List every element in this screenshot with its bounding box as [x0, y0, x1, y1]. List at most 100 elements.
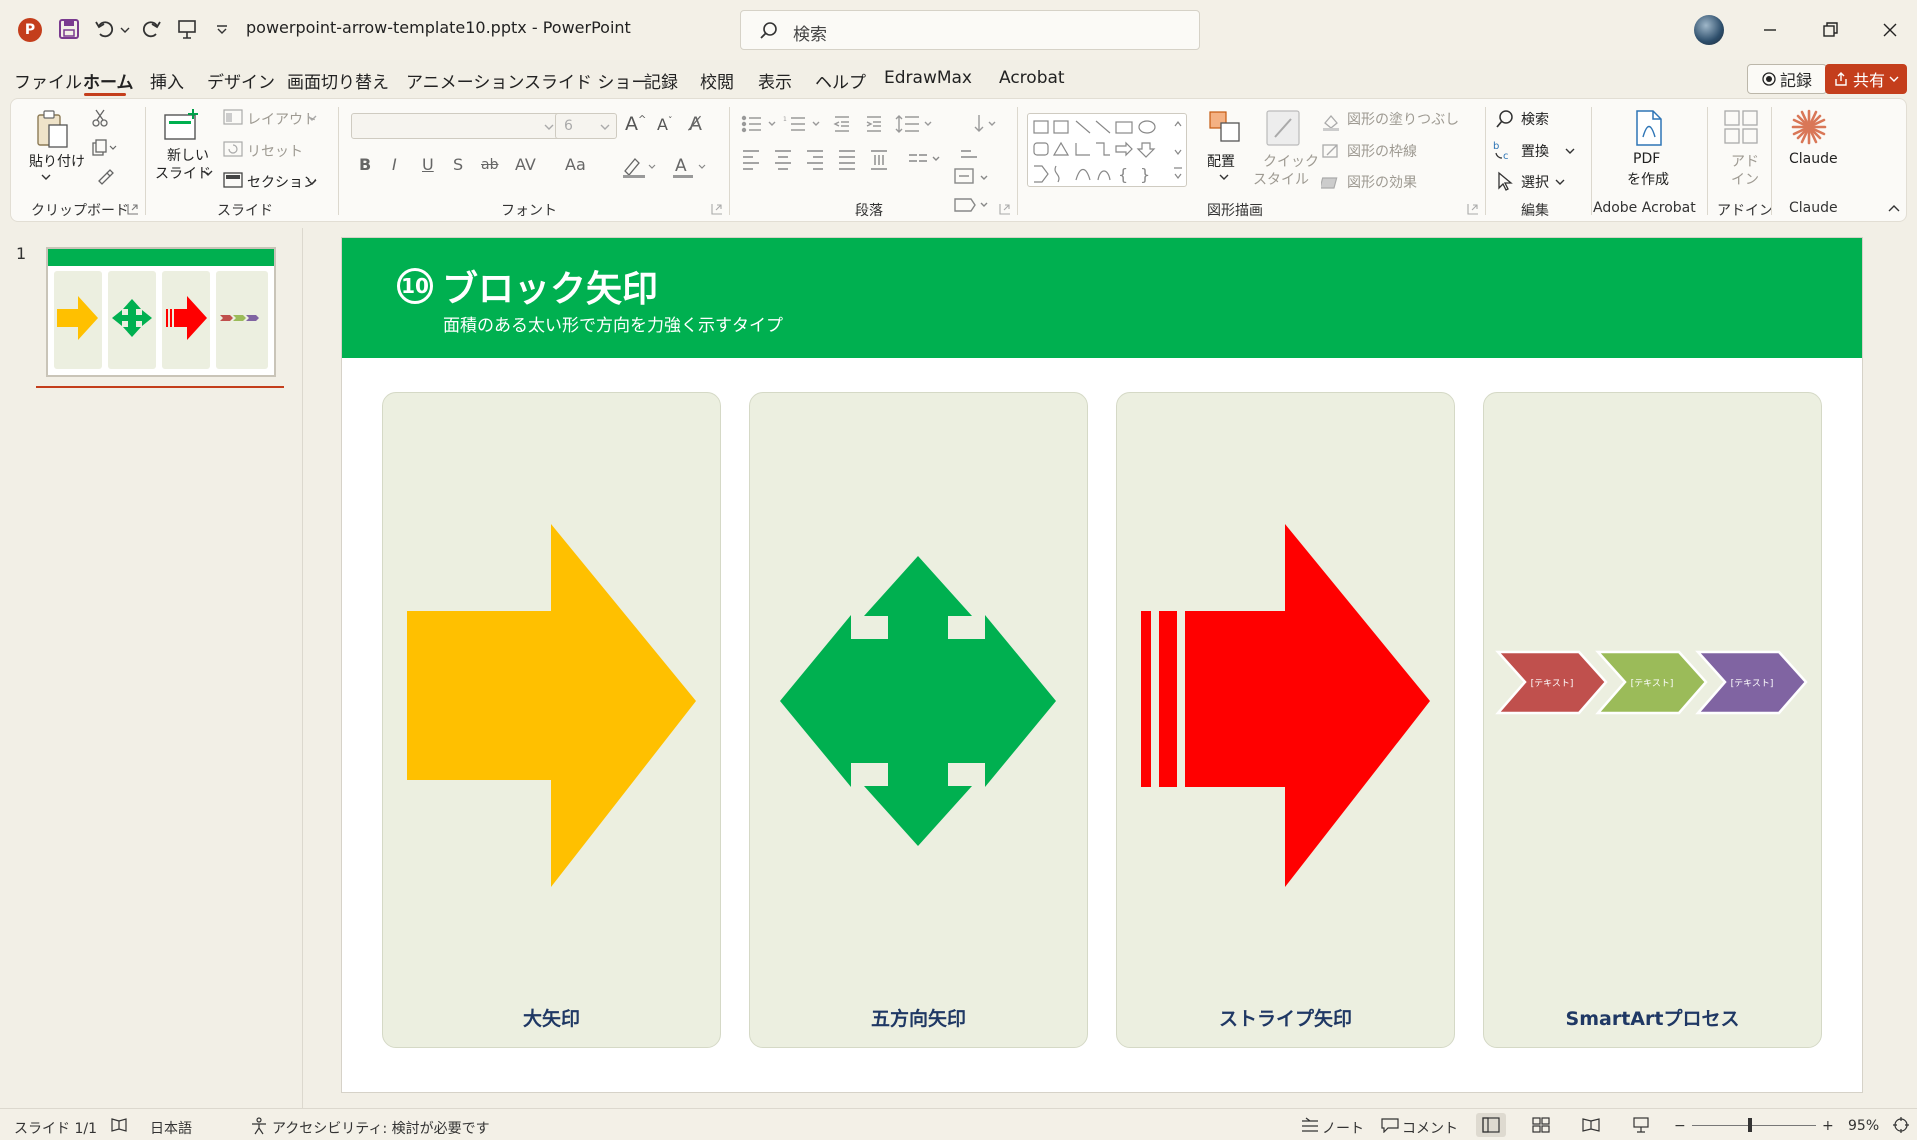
- tab-transitions[interactable]: 画面切り替え: [287, 68, 389, 93]
- new-slide-icon[interactable]: [163, 107, 201, 141]
- arrange-dropdown-icon[interactable]: [1219, 173, 1229, 181]
- collapse-ribbon-icon[interactable]: [1887, 203, 1901, 213]
- change-case-button[interactable]: Aa: [565, 155, 586, 174]
- zoom-level[interactable]: 95%: [1848, 1118, 1879, 1134]
- close-icon[interactable]: [1878, 18, 1902, 42]
- addins-label-1[interactable]: アド: [1731, 151, 1759, 171]
- font-size-dropdown[interactable]: 6: [555, 113, 617, 139]
- layout-icon[interactable]: [223, 109, 243, 125]
- new-slide-dropdown-icon[interactable]: [203, 169, 213, 177]
- fit-to-window-icon[interactable]: [1892, 1116, 1910, 1134]
- underline-button[interactable]: U: [422, 155, 434, 174]
- slide-sorter-icon[interactable]: [1532, 1117, 1550, 1133]
- shape-outline-label[interactable]: 図形の枠線: [1347, 141, 1417, 161]
- paste-dropdown-icon[interactable]: [41, 173, 51, 181]
- shape-fill-icon[interactable]: [1321, 113, 1341, 131]
- format-painter-icon[interactable]: [95, 167, 115, 187]
- notes-button[interactable]: ノート: [1322, 1118, 1364, 1138]
- spellcheck-icon[interactable]: [110, 1117, 128, 1133]
- character-spacing-icon[interactable]: AV: [515, 155, 536, 174]
- drawing-launcher-icon[interactable]: [1467, 203, 1479, 215]
- tab-edrawmax[interactable]: EdrawMax: [884, 68, 972, 88]
- shrink-font-icon[interactable]: Aˇ: [657, 115, 672, 134]
- layout-dropdown-icon[interactable]: [307, 114, 317, 122]
- tab-slideshow[interactable]: スライド ショー: [524, 68, 648, 93]
- normal-view-icon[interactable]: [1482, 1117, 1500, 1133]
- font-name-dropdown[interactable]: [351, 113, 561, 139]
- zoom-slider-thumb[interactable]: [1748, 1118, 1752, 1132]
- slide-thumbnail[interactable]: [46, 247, 276, 377]
- addins-label-2[interactable]: イン: [1731, 169, 1759, 189]
- claude-icon[interactable]: [1789, 107, 1829, 147]
- shadow-button[interactable]: S: [453, 155, 463, 174]
- undo-icon[interactable]: [94, 18, 116, 40]
- zoom-slider-track[interactable]: [1692, 1125, 1816, 1126]
- claude-label[interactable]: Claude: [1789, 151, 1838, 167]
- reset-label[interactable]: リセット: [247, 141, 303, 161]
- tab-file[interactable]: ファイル: [14, 68, 82, 93]
- find-label[interactable]: 検索: [1521, 109, 1549, 129]
- replace-icon[interactable]: bc: [1493, 139, 1515, 161]
- tab-view[interactable]: 表示: [758, 68, 792, 93]
- search-box[interactable]: 検索: [740, 10, 1200, 50]
- clipboard-launcher-icon[interactable]: [127, 203, 139, 215]
- tab-design[interactable]: デザイン: [207, 68, 275, 93]
- redo-icon[interactable]: [140, 18, 162, 40]
- striped-arrow-shape[interactable]: [1117, 393, 1456, 1049]
- cut-icon[interactable]: [91, 109, 109, 127]
- addins-icon[interactable]: [1723, 109, 1759, 145]
- restore-icon[interactable]: [1818, 18, 1842, 42]
- card-smartart-process[interactable]: [テキスト] [テキスト] [テキスト] SmartArtプロセス: [1483, 392, 1822, 1048]
- save-icon[interactable]: [58, 18, 80, 40]
- bold-button[interactable]: B: [359, 155, 371, 174]
- undo-dropdown-icon[interactable]: [120, 26, 130, 34]
- copy-icon[interactable]: [91, 139, 119, 157]
- slide-count-status[interactable]: スライド 1/1: [14, 1118, 97, 1138]
- comments-button[interactable]: コメント: [1402, 1118, 1458, 1138]
- tab-insert[interactable]: 挿入: [150, 68, 184, 93]
- reading-view-icon[interactable]: [1582, 1117, 1600, 1133]
- tab-acrobat[interactable]: Acrobat: [999, 68, 1065, 88]
- user-avatar[interactable]: [1694, 15, 1724, 45]
- highlight-color-icon[interactable]: [621, 155, 659, 179]
- clear-formatting-icon[interactable]: A̸: [689, 113, 702, 135]
- section-dropdown-icon[interactable]: [307, 178, 317, 186]
- tab-record[interactable]: 記録: [644, 68, 678, 93]
- comments-icon[interactable]: [1380, 1117, 1400, 1133]
- customize-toolbar-icon[interactable]: [216, 25, 228, 35]
- slideshow-view-icon[interactable]: [1632, 1117, 1650, 1133]
- paste-label[interactable]: 貼り付け: [29, 151, 85, 171]
- quick-styles-label-1[interactable]: クイック: [1263, 151, 1319, 171]
- smartart-process-shape[interactable]: [テキスト] [テキスト] [テキスト]: [1484, 393, 1823, 1049]
- new-slide-label-1[interactable]: 新しい: [167, 145, 209, 165]
- share-button[interactable]: 共有: [1825, 64, 1907, 94]
- five-direction-arrow-shape[interactable]: [750, 393, 1089, 1049]
- paragraph-launcher-icon[interactable]: [999, 203, 1011, 215]
- accessibility-icon[interactable]: [250, 1117, 268, 1135]
- tab-help[interactable]: ヘルプ: [815, 68, 866, 93]
- grow-font-icon[interactable]: A^: [625, 113, 646, 135]
- select-label[interactable]: 選択: [1521, 172, 1549, 192]
- language-status[interactable]: 日本語: [150, 1118, 192, 1138]
- italic-button[interactable]: I: [392, 155, 397, 174]
- replace-dropdown-icon[interactable]: [1565, 147, 1575, 155]
- slide-title[interactable]: ブロック矢印: [442, 260, 658, 312]
- slide-subtitle[interactable]: 面積のある太い形で方向を力強く示すタイプ: [443, 311, 783, 336]
- record-button[interactable]: 記録: [1747, 64, 1827, 94]
- accessibility-status[interactable]: アクセシビリティ: 検討が必要です: [272, 1118, 490, 1138]
- font-launcher-icon[interactable]: [711, 203, 723, 215]
- replace-label[interactable]: 置換: [1521, 141, 1549, 161]
- card-striped-arrow[interactable]: ストライプ矢印: [1116, 392, 1455, 1048]
- shape-effects-icon[interactable]: [1321, 173, 1341, 191]
- card-big-arrow[interactable]: 大矢印: [382, 392, 721, 1048]
- zoom-out-button[interactable]: −: [1674, 1118, 1686, 1134]
- shape-effects-label[interactable]: 図形の効果: [1347, 172, 1417, 192]
- select-dropdown-icon[interactable]: [1555, 178, 1565, 186]
- tab-animations[interactable]: アニメーション: [406, 68, 524, 93]
- arrange-icon[interactable]: [1207, 109, 1243, 145]
- find-icon[interactable]: [1495, 109, 1515, 129]
- quick-styles-icon[interactable]: [1265, 109, 1301, 147]
- card-five-direction-arrow[interactable]: 五方向矢印: [749, 392, 1088, 1048]
- big-arrow-shape[interactable]: [383, 393, 722, 1049]
- shape-outline-icon[interactable]: [1321, 143, 1341, 161]
